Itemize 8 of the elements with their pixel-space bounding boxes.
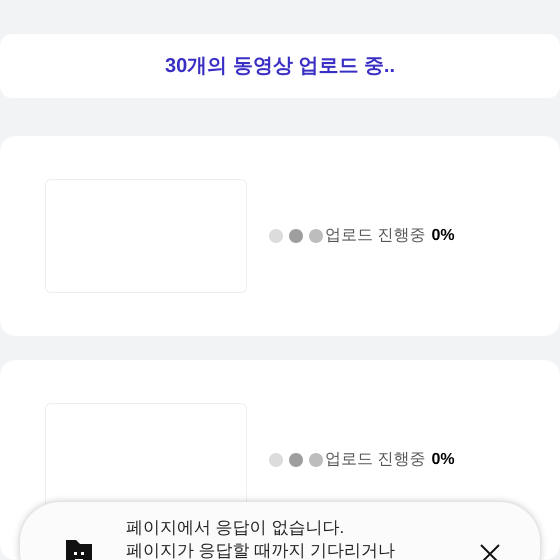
upload-percent: 0% xyxy=(431,450,455,470)
upload-status: 업로드 진행중 xyxy=(325,226,426,246)
upload-status: 업로드 진행중 xyxy=(325,450,426,470)
toast-message: 페이지가 응답할 때까지 기다리거나 xyxy=(126,540,396,560)
upload-title: 30개의 동영상 업로드 중.. xyxy=(164,54,396,79)
upload-percent: 0% xyxy=(431,226,455,246)
close-icon xyxy=(479,543,501,560)
toast-message: 페이지에서 응답이 없습니다. xyxy=(126,517,346,539)
